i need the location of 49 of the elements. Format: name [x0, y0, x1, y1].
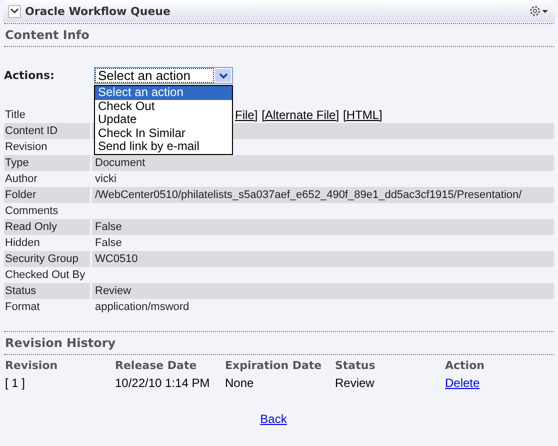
settings-icon — [529, 5, 549, 17]
field-value: False — [95, 237, 122, 249]
section-heading: Content Info — [4, 27, 90, 44]
field-label: Revision — [4, 140, 48, 155]
field-label: Folder — [4, 187, 90, 203]
menu-option[interactable]: Update — [95, 113, 232, 127]
field-label: Hidden — [4, 236, 41, 251]
file-link[interactable]: [HTML] — [343, 108, 382, 122]
field-label: Read Only — [4, 219, 90, 235]
portlet-title: Oracle Workflow Queue — [25, 4, 172, 18]
table-cell-text: None — [225, 375, 255, 390]
section-heading: Revision History — [4, 335, 117, 352]
back-link[interactable]: Back — [260, 412, 287, 426]
chevron-down-icon — [218, 72, 228, 78]
field-label: Checked Out By — [4, 268, 86, 283]
file-link[interactable]: [Alternate File] — [262, 108, 340, 122]
column-header: Status — [335, 359, 376, 372]
field-label: Security Group — [4, 251, 90, 267]
field-value: Document — [95, 157, 146, 169]
column-header: Release Date — [115, 359, 198, 372]
settings-button[interactable] — [529, 5, 549, 17]
actions-label: Actions: — [4, 68, 56, 84]
table-cell-text: Review — [335, 375, 376, 390]
field-value: /WebCenter0510/philatelists_s5a037aef_e652_490f_89e1_dd5ac3cf1915/Presentation/ — [95, 189, 522, 201]
field-value: vicki — [95, 173, 116, 185]
field-label: Status — [4, 283, 90, 299]
menu-option[interactable]: Check Out — [95, 100, 232, 114]
chevron-down-icon — [10, 8, 19, 14]
field-label: Comments — [4, 204, 60, 219]
field-value: Review — [95, 285, 132, 297]
table-cell-text: [ 1 ] — [5, 375, 26, 390]
delete-link[interactable]: Delete — [445, 376, 480, 390]
file-link[interactable]: File] — [235, 108, 258, 122]
column-header: Action — [445, 359, 486, 372]
field-label: Content ID — [4, 123, 90, 139]
collapse-button[interactable] — [8, 4, 21, 18]
table-cell-text: 10/22/10 1:14 PM — [115, 375, 211, 390]
field-value: application/msword — [95, 301, 190, 313]
action-dropdown[interactable]: Select an action — [94, 67, 233, 84]
field-label: Format — [4, 300, 41, 315]
column-header: Revision — [5, 359, 59, 372]
field-value: False — [95, 221, 122, 233]
field-value: WC0510 — [95, 253, 138, 265]
menu-option[interactable]: Send link by e-mail — [95, 140, 232, 154]
field-label: Title — [4, 108, 26, 123]
column-header: Expiration Date — [225, 359, 323, 372]
menu-option[interactable]: Select an action — [95, 86, 232, 100]
field-label: Type — [4, 155, 90, 171]
field-label: Author — [4, 172, 38, 187]
